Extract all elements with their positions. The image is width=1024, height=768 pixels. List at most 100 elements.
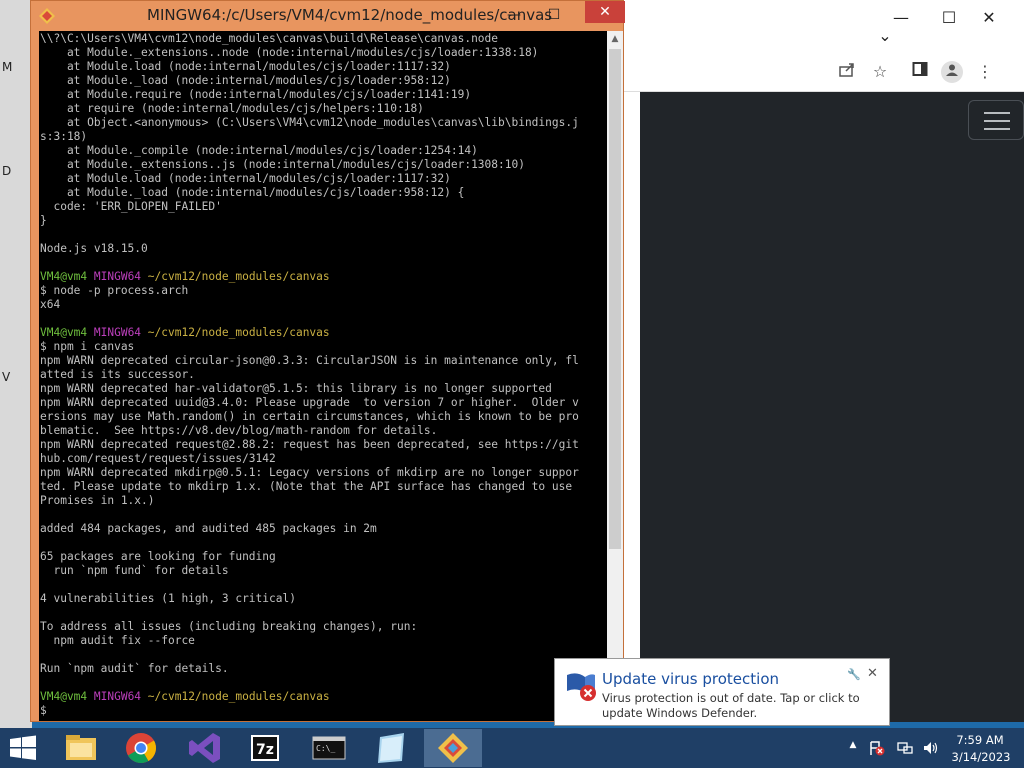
- terminal-text: at Object.<anonymous> (C:\Users\VM4\cvm1…: [40, 116, 579, 129]
- terminal-line: added 484 packages, and audited 485 pack…: [40, 522, 607, 536]
- terminal-line: Promises in 1.x.): [40, 494, 607, 508]
- terminal-window: MINGW64:/c/Users/VM4/cvm12/node_modules/…: [30, 0, 625, 722]
- browser-close-button[interactable]: ✕: [974, 8, 1004, 28]
- terminal-close-button[interactable]: ✕: [585, 1, 625, 23]
- terminal-text: npm WARN deprecated request@2.88.2: requ…: [40, 438, 579, 451]
- settings-wrench-icon[interactable]: 🔧: [847, 668, 861, 681]
- volume-icon[interactable]: [922, 740, 940, 756]
- terminal-text: 65 packages are looking for funding: [40, 550, 276, 563]
- terminal-line: $ node -p process.arch: [40, 284, 607, 298]
- terminal-line: $ npm i canvas: [40, 340, 607, 354]
- terminal-text: at Module._extensions..node (node:intern…: [40, 46, 539, 59]
- desktop-label: M: [2, 60, 13, 74]
- terminal-maximize-button[interactable]: ☐: [541, 4, 567, 26]
- share-icon[interactable]: [836, 61, 858, 83]
- defender-warning-icon: [565, 669, 599, 703]
- scrollbar-thumb[interactable]: [609, 49, 621, 549]
- terminal-text: VM4@vm4: [40, 690, 94, 703]
- sidebar-icon[interactable]: [909, 61, 931, 83]
- terminal-line: npm WARN deprecated har-validator@5.1.5:…: [40, 382, 607, 396]
- terminal-text: To address all issues (including breakin…: [40, 620, 418, 633]
- browser-maximize-button[interactable]: ☐: [934, 8, 964, 28]
- show-hidden-icons-button[interactable]: ▲: [844, 740, 862, 756]
- terminal-line: run `npm fund` for details: [40, 564, 607, 578]
- terminal-minimize-button[interactable]: —: [501, 4, 527, 26]
- terminal-text: 4 vulnerabilities (1 high, 3 critical): [40, 592, 296, 605]
- svg-text:7z: 7z: [256, 742, 274, 758]
- terminal-scrollbar[interactable]: ▲ ▼: [607, 31, 623, 721]
- terminal-line: $: [40, 704, 607, 718]
- defender-notification[interactable]: Update virus protection Virus protection…: [554, 658, 890, 726]
- terminal-text: hub.com/request/request/issues/3142: [40, 452, 276, 465]
- terminal-line: at Object.<anonymous> (C:\Users\VM4\cvm1…: [40, 116, 607, 130]
- terminal-titlebar[interactable]: MINGW64:/c/Users/VM4/cvm12/node_modules/…: [31, 1, 625, 31]
- web-page-content: [640, 92, 1024, 722]
- terminal-line: ted. Please update to mkdirp 1.x. (Note …: [40, 480, 607, 494]
- terminal-line: atted is its successor.: [40, 368, 607, 382]
- tab-search-dropdown-icon[interactable]: ⌄: [870, 26, 900, 46]
- command-prompt-taskbar-button[interactable]: C:\_: [300, 729, 358, 767]
- terminal-text: at Module.require (node:internal/modules…: [40, 88, 472, 101]
- terminal-line: at Module.require (node:internal/modules…: [40, 88, 607, 102]
- terminal-text: ted. Please update to mkdirp 1.x. (Note …: [40, 480, 573, 493]
- browser-titlebar: — ☐ ✕ ⌄: [610, 0, 1024, 52]
- terminal-text: $ node -p process.arch: [40, 284, 189, 297]
- terminal-line: VM4@vm4 MINGW64 ~/cvm12/node_modules/can…: [40, 270, 607, 284]
- terminal-text: Node.js v18.15.0: [40, 242, 148, 255]
- terminal-line: code: 'ERR_DLOPEN_FAILED': [40, 200, 607, 214]
- terminal-text: Run `npm audit` for details.: [40, 662, 229, 675]
- terminal-text: ~/cvm12/node_modules/canvas: [147, 326, 330, 339]
- terminal-text: npm WARN deprecated har-validator@5.1.5:…: [40, 382, 552, 395]
- notification-title: Update virus protection: [602, 670, 780, 688]
- terminal-line: \\?\C:\Users\VM4\cvm12\node_modules\canv…: [40, 32, 607, 46]
- terminal-text: npm WARN deprecated uuid@3.4.0: Please u…: [40, 396, 579, 409]
- defender-flag-icon[interactable]: [868, 740, 886, 756]
- terminal-line: Node.js v18.15.0: [40, 242, 607, 256]
- terminal-text: VM4@vm4: [40, 270, 94, 283]
- terminal-text: blematic. See https://v8.dev/blog/math-r…: [40, 424, 438, 437]
- git-bash-taskbar-button[interactable]: [424, 729, 482, 767]
- terminal-line: blematic. See https://v8.dev/blog/math-r…: [40, 424, 607, 438]
- terminal-text: run `npm fund` for details: [40, 564, 229, 577]
- more-options-icon[interactable]: ⋮: [974, 61, 996, 83]
- terminal-line: ersions may use Math.random() in certain…: [40, 410, 607, 424]
- terminal-text: at require (node:internal/modules/cjs/he…: [40, 102, 424, 115]
- network-icon[interactable]: [896, 740, 914, 756]
- navbar-toggle-button[interactable]: [968, 100, 1024, 140]
- svg-text:C:\_: C:\_: [316, 744, 335, 753]
- browser-minimize-button[interactable]: —: [886, 8, 916, 28]
- git-bash-app-icon[interactable]: [39, 8, 55, 24]
- terminal-line: VM4@vm4 MINGW64 ~/cvm12/node_modules/can…: [40, 326, 607, 340]
- clock-time[interactable]: 7:59 AM: [955, 733, 1005, 747]
- file-explorer-taskbar-button[interactable]: [52, 729, 110, 767]
- terminal-text: \\?\C:\Users\VM4\cvm12\node_modules\canv…: [40, 32, 499, 45]
- 7zip-taskbar-button[interactable]: 7z: [236, 729, 294, 767]
- bookmark-star-icon[interactable]: ☆: [869, 61, 891, 83]
- terminal-line: at require (node:internal/modules/cjs/he…: [40, 102, 607, 116]
- terminal-text: atted is its successor.: [40, 368, 195, 381]
- visual-studio-taskbar-button[interactable]: [176, 729, 234, 767]
- terminal-line: Run `npm audit` for details.: [40, 662, 607, 676]
- clock-date[interactable]: 3/14/2023: [950, 750, 1012, 764]
- terminal-output[interactable]: \\?\C:\Users\VM4\cvm12\node_modules\canv…: [39, 31, 607, 721]
- terminal-text: x64: [40, 298, 61, 311]
- terminal-line: npm WARN deprecated request@2.88.2: requ…: [40, 438, 607, 452]
- terminal-text: }: [40, 214, 47, 227]
- terminal-text: code: 'ERR_DLOPEN_FAILED': [40, 200, 222, 213]
- scroll-up-arrow[interactable]: ▲: [607, 31, 623, 47]
- notepad-taskbar-button[interactable]: [362, 729, 420, 767]
- terminal-text: VM4@vm4: [40, 326, 94, 339]
- notification-body: Virus protection is out of date. Tap or …: [602, 691, 860, 720]
- terminal-line: at Module.load (node:internal/modules/cj…: [40, 172, 607, 186]
- notification-close-button[interactable]: ✕: [867, 666, 878, 681]
- terminal-text: at Module._compile (node:internal/module…: [40, 144, 478, 157]
- profile-icon[interactable]: [941, 61, 963, 83]
- terminal-text: s:3:18): [40, 130, 88, 143]
- chrome-taskbar-button[interactable]: [112, 729, 170, 767]
- start-button[interactable]: [8, 734, 38, 762]
